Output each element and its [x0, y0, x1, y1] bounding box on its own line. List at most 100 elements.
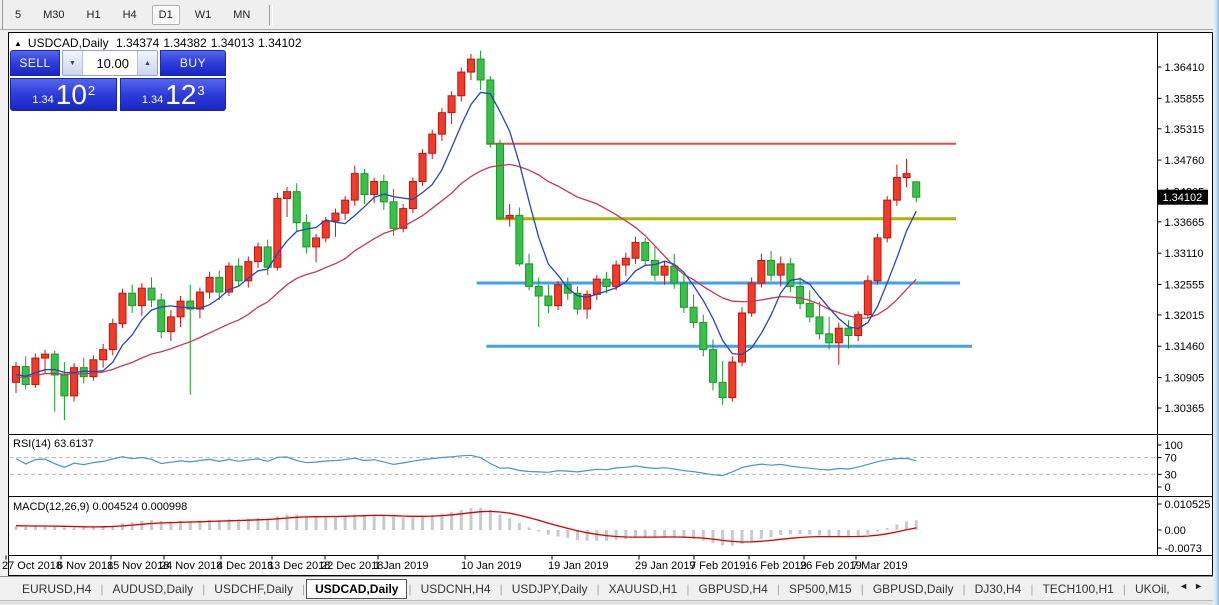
candle-body — [428, 133, 437, 154]
price-tick-label: 1.30365 — [1165, 403, 1205, 415]
macd-bar — [421, 516, 425, 530]
candle-body — [883, 199, 892, 239]
candle-body — [892, 177, 901, 201]
macd-bar — [837, 530, 841, 537]
macd-bar — [759, 530, 763, 539]
candle-body — [902, 173, 911, 179]
date-tick-label: 27 Oct 2018 — [2, 560, 62, 572]
macd-bar — [488, 509, 492, 530]
candle-body — [525, 263, 534, 287]
candle-body — [166, 316, 175, 333]
current-price-value: 1.34102 — [1163, 192, 1203, 204]
candle-body — [389, 201, 398, 229]
price-tick-label: 1.34760 — [1165, 155, 1205, 167]
sell-price-button[interactable]: 1.34 10 2 — [10, 78, 117, 111]
macd-bar — [885, 527, 889, 530]
macd-bar — [750, 530, 754, 542]
macd-bar — [827, 530, 831, 537]
macd-bar — [817, 530, 821, 536]
candle-body — [689, 306, 698, 324]
price-tick-label: 1.31460 — [1165, 341, 1205, 353]
macd-bar — [808, 530, 812, 535]
macd-bar — [779, 530, 783, 536]
candle-body — [863, 280, 872, 316]
candle-body — [50, 353, 59, 376]
ohlc-open: 1.34374 — [115, 36, 160, 50]
candle-body — [466, 58, 475, 73]
candle-body — [757, 259, 766, 284]
date-tick-label: 1 Jan 2019 — [374, 560, 428, 572]
price-tick-label: 1.32555 — [1165, 279, 1205, 291]
candle-body — [205, 276, 214, 293]
terminal-window: 5 M30 H1 H4 D1 W1 MN 1.36410 1.35855 1.35315 1.34… — [0, 0, 1219, 605]
candle-body — [796, 285, 805, 304]
macd-bar — [866, 530, 870, 535]
candle-body — [128, 292, 137, 307]
sell-button[interactable]: SELL — [10, 50, 60, 76]
macd-scale-label: 0.00 — [1165, 525, 1186, 537]
macd-bar — [120, 523, 124, 530]
macd-bar — [876, 530, 880, 532]
macd-bar — [91, 527, 95, 530]
volume-stepper: ▼ ▲ — [62, 50, 158, 76]
candle-body — [408, 181, 417, 210]
candle-body — [99, 349, 108, 361]
macd-bar — [508, 518, 512, 530]
date-tick-label: 10 Jan 2019 — [461, 560, 522, 572]
macd-bar — [33, 526, 37, 530]
candle-body — [631, 241, 640, 259]
ohlc-low: 1.34013 — [210, 36, 255, 50]
macd-bar — [140, 520, 144, 530]
candle-body — [147, 287, 156, 301]
candle-body — [283, 191, 292, 199]
candle-body — [302, 222, 311, 248]
macd-bar — [314, 516, 318, 530]
date-tick-label: 19 Jan 2019 — [548, 560, 609, 572]
chart-symbol-label: USDCAD,Daily — [27, 36, 109, 50]
buy-price-prefix: 1.34 — [141, 94, 164, 106]
macd-bar — [856, 530, 860, 537]
macd-bar — [788, 530, 792, 535]
macd-bar — [401, 517, 405, 530]
macd-bar — [53, 526, 57, 530]
collapse-icon[interactable]: ▲ — [14, 39, 22, 48]
macd-bar — [498, 514, 502, 530]
macd-bar — [556, 530, 560, 537]
candle-body — [815, 316, 824, 335]
buy-price-button[interactable]: 1.34 12 3 — [119, 78, 226, 111]
candle-body — [418, 152, 427, 183]
one-click-trade-panel: SELL ▼ ▲ BUY 1.34 10 2 1.34 12 3 — [10, 50, 226, 111]
candle-body — [621, 257, 630, 266]
volume-increase-icon[interactable]: ▲ — [137, 51, 157, 75]
candle-body — [776, 263, 785, 276]
candle-body — [370, 181, 379, 195]
price-tick-label: 1.32015 — [1165, 310, 1205, 322]
price-tick-label: 1.33110 — [1165, 248, 1204, 260]
macd-bar — [62, 527, 66, 530]
date-tick-label: 4 Dec 2018 — [217, 560, 273, 572]
macd-bar — [382, 515, 386, 530]
macd-bar — [566, 530, 570, 539]
candle-body — [215, 276, 224, 293]
candle-body — [718, 381, 727, 399]
candle-body — [612, 264, 621, 287]
buy-button[interactable]: BUY — [160, 50, 226, 76]
date-tick-label: 7 Feb 2019 — [690, 560, 746, 572]
candle-body — [321, 220, 330, 239]
candle-body — [118, 292, 127, 325]
macd-bar — [362, 514, 366, 530]
candle-body — [912, 181, 921, 198]
volume-input[interactable] — [83, 51, 137, 75]
rsi-scale-label: 30 — [1165, 469, 1177, 481]
price-tick-label: 1.35315 — [1165, 124, 1205, 136]
candle-body — [544, 295, 553, 307]
price-tick-label: 1.30905 — [1165, 373, 1205, 385]
price-tick-label: 1.36410 — [1165, 62, 1205, 74]
candle-body — [873, 237, 882, 282]
candle-body — [728, 361, 737, 399]
candle-body — [292, 191, 301, 224]
date-tick-label: 29 Jan 2019 — [635, 560, 696, 572]
macd-bar — [430, 515, 434, 530]
macd-bar — [285, 514, 289, 530]
volume-decrease-icon[interactable]: ▼ — [63, 51, 83, 75]
